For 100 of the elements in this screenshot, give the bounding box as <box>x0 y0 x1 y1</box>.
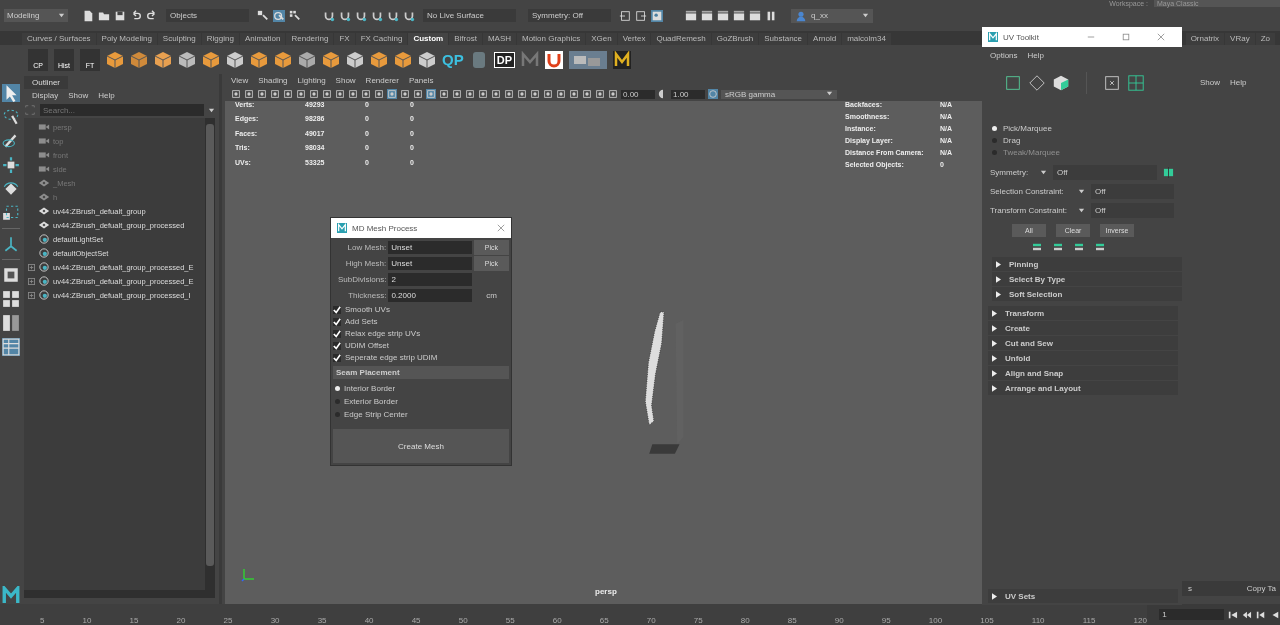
viewport-tool-icon[interactable] <box>530 89 540 99</box>
previous-key-icon[interactable] <box>1256 609 1267 620</box>
viewport-tool-icon[interactable] <box>452 89 462 99</box>
viewport-tool-icon[interactable] <box>608 89 618 99</box>
menu-item[interactable]: Lighting <box>297 76 326 85</box>
construction-history-icon[interactable] <box>651 9 663 22</box>
undo-icon[interactable] <box>130 9 142 22</box>
shelf-tab[interactable]: FX <box>334 33 355 45</box>
shelf-tab[interactable]: Vertex <box>617 33 651 45</box>
color-space-dropdown[interactable]: sRGB gamma <box>721 89 837 99</box>
viewport-tool-icon[interactable] <box>335 89 345 99</box>
checkbox[interactable] <box>333 353 341 362</box>
radio-button[interactable] <box>992 126 997 131</box>
menu-item[interactable]: Help <box>1230 78 1247 87</box>
grid-icon[interactable] <box>1127 74 1145 92</box>
section-header[interactable]: Cut and Sew <box>988 336 1178 350</box>
shelf-tab[interactable]: QuadRemesh <box>651 33 711 45</box>
m-logo-icon[interactable] <box>612 50 631 69</box>
viewport-tool-icon[interactable] <box>543 89 553 99</box>
caret-icon[interactable] <box>1078 188 1085 195</box>
input-field[interactable]: 0.2000 <box>388 289 473 302</box>
shelf-tab[interactable]: Ornatrix <box>1185 33 1225 45</box>
cube-icon[interactable] <box>1052 74 1070 92</box>
create-mesh-button[interactable]: Create Mesh <box>333 429 509 463</box>
select-component-icon[interactable] <box>289 9 301 22</box>
section-header[interactable]: Align and Snap <box>988 366 1178 380</box>
viewport-tool-icon[interactable] <box>569 89 579 99</box>
shelf-tab[interactable]: Motion Graphics <box>517 33 586 45</box>
menu-item[interactable]: View <box>231 76 249 85</box>
layout-icon[interactable] <box>2 338 20 356</box>
move-icon[interactable] <box>2 156 20 174</box>
viewport-tool-icon[interactable] <box>231 89 241 99</box>
user-field[interactable]: q_xx <box>791 8 873 23</box>
shelf-tab[interactable]: Curves / Surfaces <box>22 33 96 45</box>
expand-icon[interactable] <box>28 277 35 285</box>
shelf-tool-icon[interactable] <box>394 50 412 69</box>
viewport-tool-icon[interactable] <box>413 89 423 99</box>
triangle-icon[interactable] <box>992 592 997 600</box>
menu-item[interactable]: Display <box>32 91 59 100</box>
radio-button[interactable] <box>335 385 340 391</box>
section-header[interactable]: Pinning <box>992 257 1182 271</box>
shelf-tool-icon[interactable] <box>346 50 364 69</box>
shelf-tool-icon[interactable] <box>226 50 244 69</box>
shelf-button[interactable]: DP <box>493 51 515 68</box>
output-icon[interactable] <box>635 9 647 22</box>
viewport-tool-icon[interactable] <box>322 89 332 99</box>
shelf-tab[interactable]: MASH <box>482 33 516 45</box>
menu-item[interactable]: Help <box>1027 51 1045 60</box>
vertex-select-icon[interactable] <box>1004 74 1022 92</box>
shelf-tool-icon[interactable] <box>298 50 316 69</box>
shell-select-icon[interactable] <box>1103 74 1121 92</box>
caret-icon[interactable] <box>1040 169 1047 176</box>
section-header[interactable]: Unfold <box>988 351 1178 365</box>
viewport-tool-icon[interactable] <box>556 89 566 99</box>
radio-button[interactable] <box>335 411 340 417</box>
single-pane-icon[interactable] <box>2 266 20 284</box>
shelf-tab[interactable]: VRay <box>1225 33 1255 45</box>
color-management-icon[interactable] <box>708 89 718 99</box>
clapboard-icon[interactable] <box>701 9 713 22</box>
dropdown-field[interactable]: Off <box>1091 203 1174 218</box>
expand-icon[interactable] <box>28 291 35 299</box>
symmetry-icon[interactable] <box>1163 167 1174 178</box>
gamma-field[interactable]: 1.00 <box>671 89 705 99</box>
viewport-tool-icon[interactable] <box>491 89 501 99</box>
viewport-tool-icon[interactable] <box>517 89 527 99</box>
maximize-icon[interactable] <box>1122 33 1130 41</box>
shelf-button[interactable]: QP <box>442 51 464 68</box>
shelf-tab[interactable]: FX Caching <box>355 33 408 45</box>
shelf-tab[interactable]: Poly Modeling <box>96 33 157 45</box>
scale-icon[interactable] <box>2 204 20 222</box>
shelf-tool-icon[interactable] <box>130 50 148 69</box>
viewport-tool-icon[interactable] <box>361 89 371 99</box>
viewport-tool-icon[interactable] <box>439 89 449 99</box>
shelf-tool-icon[interactable] <box>370 50 388 69</box>
checkbox[interactable] <box>333 329 341 338</box>
shelf-tool-icon[interactable] <box>322 50 340 69</box>
radio-button[interactable] <box>992 138 997 143</box>
menu-item[interactable]: Shading <box>258 76 288 85</box>
shelf-tool-icon[interactable] <box>418 50 436 69</box>
lasso-icon[interactable] <box>2 108 20 126</box>
section-header[interactable]: UV Sets <box>988 589 1178 603</box>
viewport-tool-icon[interactable] <box>504 89 514 99</box>
input-field[interactable]: Unset <box>388 257 472 270</box>
four-pane-icon[interactable] <box>2 290 20 308</box>
shelf-tab[interactable]: Zo <box>1255 33 1275 45</box>
uv-grid-icon[interactable] <box>1053 243 1063 251</box>
viewport-tool-icon[interactable] <box>374 89 384 99</box>
section-header[interactable]: Create <box>988 321 1178 335</box>
viewport-tool-icon[interactable] <box>582 89 592 99</box>
symmetry-field[interactable]: Symmetry: Off <box>528 9 611 22</box>
menu-item[interactable]: Show <box>335 76 356 85</box>
live-surface-field[interactable]: No Live Surface <box>423 9 516 22</box>
input-field[interactable]: Unset <box>388 241 472 254</box>
outliner-tab[interactable]: Outliner <box>24 76 68 89</box>
u-logo-icon[interactable] <box>544 50 563 69</box>
play-back-icon[interactable] <box>1270 609 1280 620</box>
menu-item[interactable]: Options <box>990 51 1018 60</box>
shelf-tab[interactable]: Rigging <box>201 33 239 45</box>
menu-item[interactable]: Show <box>68 91 89 100</box>
shelf-tab[interactable]: Bifrost <box>449 33 482 45</box>
